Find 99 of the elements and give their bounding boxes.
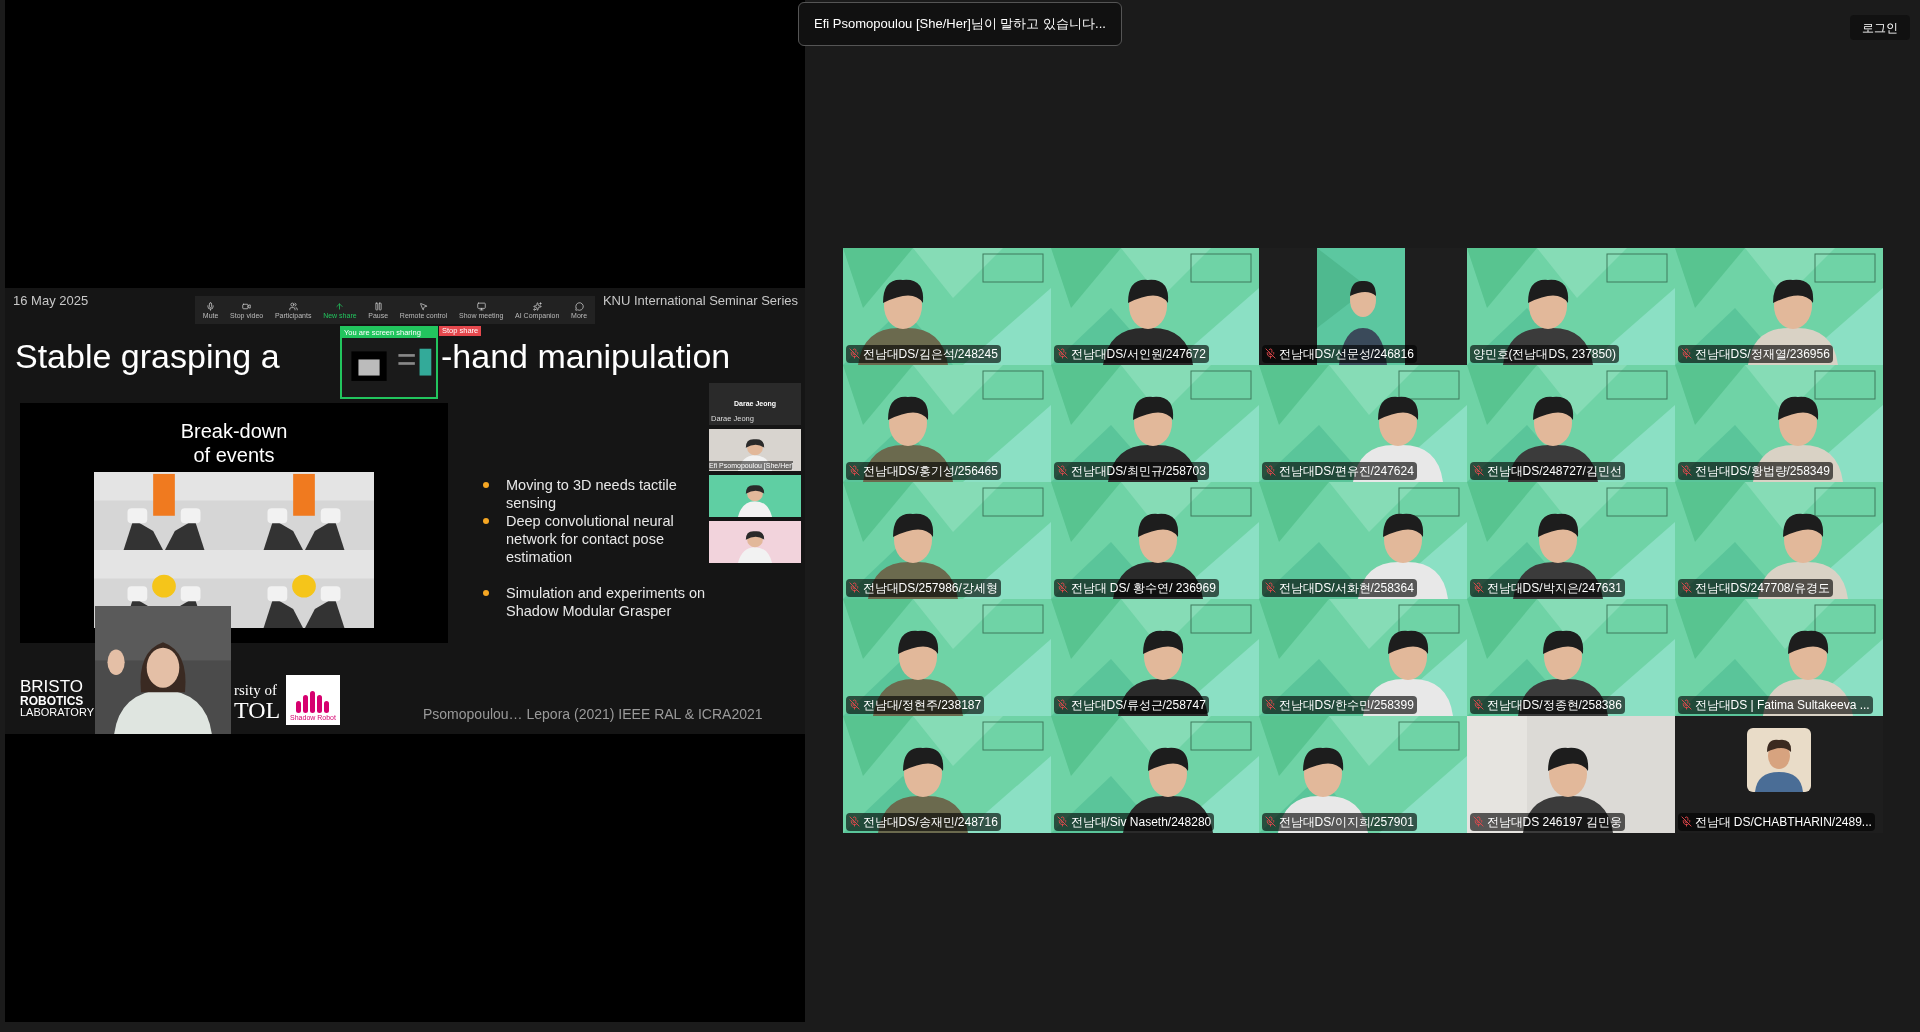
participant-name: 전남대DS/정종현/258386: [1486, 698, 1622, 711]
participant-name: 전남대 DS/ 황수연/ 236969: [1070, 581, 1216, 594]
video-tile[interactable]: 전남대DS/김은석/248245: [842, 247, 1051, 365]
video-tile[interactable]: 전남대DS/이지희/257901: [1258, 715, 1467, 833]
participant-name: 전남대 DS/CHABTHARIN/2489...: [1694, 815, 1872, 828]
participant-name: 전남대DS/홍기성/256465: [862, 464, 998, 477]
mic-off-icon: [1472, 582, 1484, 593]
mic-off-icon: [1472, 816, 1484, 827]
video-tile[interactable]: 양민호(전남대DS, 237850): [1466, 247, 1675, 365]
mic-off-icon: [1680, 699, 1692, 710]
video-tile[interactable]: 전남대DS/류성근/258747: [1050, 598, 1259, 716]
video-tile[interactable]: 전남대DS/정재열/236956: [1674, 247, 1883, 365]
toolbar-icon: [242, 301, 252, 311]
slide-title: Stable grasping a: [15, 338, 280, 374]
bullet-text: Deep convolutional neural network for contact pose estimation: [506, 512, 675, 566]
participant-name: 전남대DS/편유진/247624: [1278, 464, 1414, 477]
video-tile[interactable]: 전남대DS 246197 김민웅: [1466, 715, 1675, 833]
video-tile[interactable]: 전남대DS/송재민/248716: [842, 715, 1051, 833]
participant-name: 전남대DS/정재열/236956: [1694, 347, 1830, 360]
video-tile[interactable]: 전남대DS/248727/김민선: [1466, 364, 1675, 482]
participant-name: 전남대DS/황법량/258349: [1694, 464, 1830, 477]
toolbar-icon: [476, 301, 486, 311]
participant-name: 전남대DS | Fatima Sultakeeva ...: [1694, 698, 1870, 711]
participant-name: 전남대DS/선문성/246816: [1278, 347, 1414, 360]
video-tile[interactable]: 전남대DS/서화현/258364: [1258, 481, 1467, 599]
figure-title: Break-down: [180, 419, 288, 443]
participant-name: 전남대/정현주/238187: [862, 698, 982, 711]
mic-off-icon: [1056, 699, 1068, 710]
mic-off-icon: [1264, 699, 1276, 710]
video-tile[interactable]: 전남대/Siv Naseth/248280: [1050, 715, 1259, 833]
mic-off-icon: [1680, 465, 1692, 476]
slide-date: 16 May 2025: [13, 292, 89, 310]
mic-off-icon: [848, 816, 860, 827]
mic-off-icon: [1680, 816, 1692, 827]
citation: Psomopoulou… Lepora (2021) IEEE RAL & ICRA2021: [423, 705, 763, 724]
participant-name: 전남대DS/최민규/258703: [1070, 464, 1206, 477]
participant-name: 전남대DS/이지희/257901: [1278, 815, 1414, 828]
mic-off-icon: [1264, 348, 1276, 359]
logo-text: BRISTO: [20, 678, 84, 695]
logo-text: ROBOTICS: [20, 695, 85, 707]
video-tile[interactable]: 전남대DS/최민규/258703: [1050, 364, 1259, 482]
video-tile[interactable]: 전남대DS | Fatima Sultakeeva ...: [1674, 598, 1883, 716]
speaker-text: Efi Psomopoulou [She/Her]님이 말하고 있습니다...: [814, 15, 1106, 34]
video-tile[interactable]: 전남대 DS/ 황수연/ 236969: [1050, 481, 1259, 599]
toolbar-icon: [373, 301, 383, 311]
mic-off-icon: [848, 348, 860, 359]
mic-off-icon: [1680, 348, 1692, 359]
logo-text: rsity of: [234, 683, 277, 698]
video-tile[interactable]: 전남대DS/서인원/247672: [1050, 247, 1259, 365]
toolbar-icon: [288, 301, 298, 311]
mic-off-icon: [848, 465, 860, 476]
mic-off-icon: [1056, 465, 1068, 476]
mic-off-icon: [1264, 465, 1276, 476]
mic-off-icon: [1472, 699, 1484, 710]
participant-name: 전남대DS/247708/유경도: [1694, 581, 1830, 594]
video-tile[interactable]: 전남대DS/황법량/258349: [1674, 364, 1883, 482]
participant-name: 전남대DS/서화현/258364: [1278, 581, 1414, 594]
toolbar-icon: [532, 301, 542, 311]
toolbar-icon: [574, 301, 584, 311]
logo-text: TOL: [234, 698, 281, 722]
participant-name: 전남대DS/257986/강세형: [862, 581, 998, 594]
series-title: KNU International Seminar Series: [602, 292, 798, 310]
video-tile[interactable]: 전남대DS/한수민/258399: [1258, 598, 1467, 716]
video-tile[interactable]: 전남대DS/257986/강세형: [842, 481, 1051, 599]
mic-off-icon: [1056, 582, 1068, 593]
participant-name: 전남대DS/송재민/248716: [862, 815, 998, 828]
mic-off-icon: [1680, 582, 1692, 593]
participant-name: 전남대DS/김은석/248245: [862, 347, 998, 360]
mic-off-icon: [848, 699, 860, 710]
video-tile[interactable]: 전남대DS/홍기성/256465: [842, 364, 1051, 482]
logo-text: LABORATORY: [20, 707, 94, 718]
mic-off-icon: [848, 582, 860, 593]
mic-off-icon: [1056, 348, 1068, 359]
bullet-text: Moving to 3D needs tactile sensing: [506, 476, 678, 512]
video-tile[interactable]: 전남대DS/박지은/247631: [1466, 481, 1675, 599]
video-tile[interactable]: 전남대DS/정종현/258386: [1466, 598, 1675, 716]
video-tile[interactable]: 전남대/정현주/238187: [842, 598, 1051, 716]
login-button[interactable]: 로그인: [1850, 15, 1910, 40]
toolbar-icon: [206, 301, 216, 311]
participant-name: 전남대DS/서인원/247672: [1070, 347, 1206, 360]
participant-name: 전남대DS/박지은/247631: [1486, 581, 1622, 594]
participant-name: 전남대DS/한수민/258399: [1278, 698, 1414, 711]
video-tile[interactable]: 전남대DS/편유진/247624: [1258, 364, 1467, 482]
mic-off-icon: [1472, 465, 1484, 476]
participant-name: 전남대DS 246197 김민웅: [1486, 815, 1622, 828]
participant-name: 양민호(전남대DS, 237850): [1472, 347, 1616, 360]
mic-off-icon: [1264, 816, 1276, 827]
video-tile[interactable]: 전남대DS/247708/유경도: [1674, 481, 1883, 599]
toolbar-icon: [419, 301, 429, 311]
participant-name: 전남대DS/248727/김민선: [1486, 464, 1622, 477]
mic-off-icon: [1264, 582, 1276, 593]
slide-title: -hand manipulation: [441, 338, 731, 374]
participant-name: 전남대DS/류성근/258747: [1070, 698, 1206, 711]
bullet-text: Simulation and experiments on Shadow Modular Grasper: [506, 584, 707, 620]
participant-name: 전남대/Siv Naseth/248280: [1070, 815, 1212, 828]
mic-off-icon: [1056, 816, 1068, 827]
bars-icon: [296, 690, 330, 713]
figure-title: of events: [193, 443, 275, 467]
toolbar-icon: [335, 301, 345, 311]
